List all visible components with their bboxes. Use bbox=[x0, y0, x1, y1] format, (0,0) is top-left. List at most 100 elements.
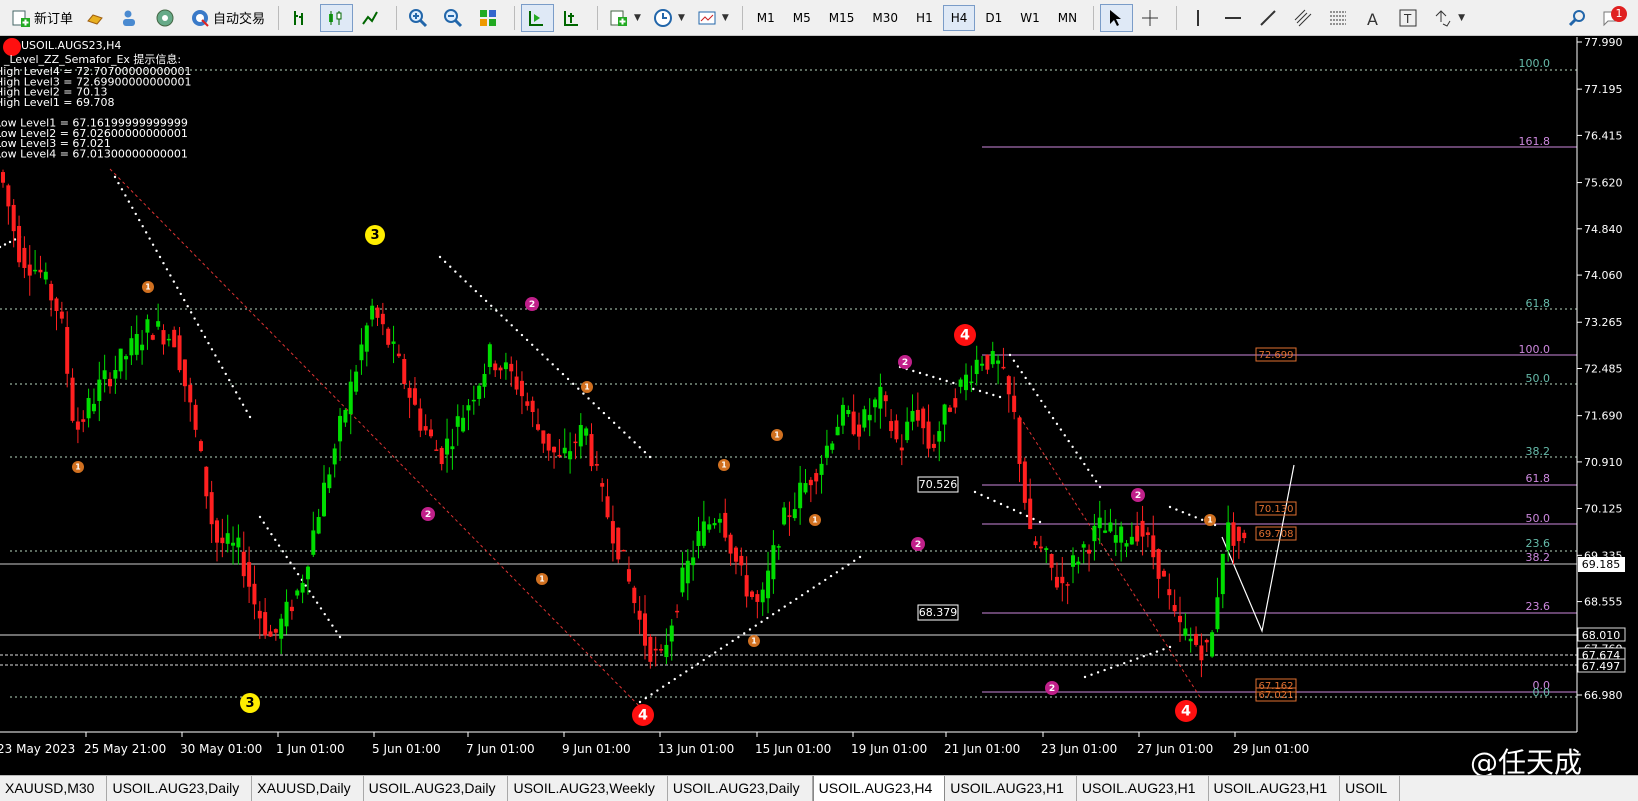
candlestick-chart-button[interactable] bbox=[320, 3, 354, 32]
bear-candle bbox=[1, 172, 5, 183]
bull-candle bbox=[354, 371, 359, 392]
bull-candle bbox=[300, 582, 305, 593]
timeframe-m15[interactable]: M15 bbox=[821, 5, 863, 31]
bear-candle bbox=[1151, 535, 1156, 558]
text-label-tool[interactable]: T bbox=[1393, 4, 1426, 32]
sar-dot bbox=[144, 231, 148, 234]
bear-candle bbox=[648, 636, 653, 662]
timeframe-m30[interactable]: M30 bbox=[864, 5, 906, 31]
line-chart-icon bbox=[362, 11, 378, 25]
new-order-button[interactable]: 新订单 bbox=[6, 4, 78, 32]
bull-candle bbox=[766, 570, 771, 599]
chart-tab[interactable]: USOIL.AUG23,H1 bbox=[945, 776, 1077, 801]
chart-tab[interactable]: USOIL.AUG23,Weekly bbox=[508, 776, 668, 801]
level-box-value: 67.497 bbox=[1582, 660, 1621, 673]
chart-shift-button[interactable] bbox=[556, 4, 589, 32]
timeframe-m1[interactable]: M1 bbox=[749, 5, 783, 31]
bull-candle bbox=[691, 557, 696, 566]
sar-dot bbox=[986, 496, 990, 500]
zoom-out-icon bbox=[444, 8, 463, 27]
bear-candle bbox=[177, 335, 182, 371]
bear-candle bbox=[931, 443, 936, 448]
time-tick-label: 19 Jun 01:00 bbox=[851, 742, 927, 756]
bar-chart-button[interactable] bbox=[285, 4, 318, 32]
semafor-value: 2 bbox=[902, 358, 908, 368]
price-box-value: 68.379 bbox=[919, 606, 958, 619]
crosshair-tool-button[interactable] bbox=[1135, 4, 1168, 32]
bull-candle bbox=[696, 531, 701, 546]
bear-candle bbox=[536, 424, 540, 430]
bear-candle bbox=[263, 612, 268, 636]
zoom-in-button[interactable] bbox=[403, 4, 436, 32]
bull-candle bbox=[974, 359, 979, 375]
bull-candle bbox=[685, 560, 690, 584]
chart-tab[interactable]: USOIL.AUG23,Daily bbox=[107, 776, 253, 801]
bull-candle bbox=[1113, 535, 1118, 543]
tile-windows-button[interactable] bbox=[473, 4, 506, 32]
chart-tab[interactable]: USOIL.AUG23,Daily bbox=[668, 776, 813, 801]
bear-candle bbox=[81, 419, 86, 422]
chevron-down-icon: ▼ bbox=[634, 12, 641, 23]
zoom-out-button[interactable] bbox=[438, 4, 471, 32]
templates-button[interactable]: ▼ bbox=[692, 4, 734, 32]
sar-dot bbox=[1096, 671, 1100, 674]
sar-dot bbox=[176, 286, 179, 289]
bull-candle bbox=[584, 428, 589, 436]
trendline-tool[interactable] bbox=[1253, 4, 1286, 32]
bull-candle bbox=[445, 438, 450, 455]
periods-button[interactable]: ▼ bbox=[648, 4, 690, 32]
chart-tab[interactable]: XAUUSD,M30 bbox=[0, 776, 108, 801]
notifications-button[interactable]: 1 bbox=[1597, 4, 1630, 32]
chart-tab[interactable]: USOIL.AUG23,H1 bbox=[1077, 776, 1209, 801]
market-watch-button[interactable] bbox=[80, 4, 113, 32]
equidistant-channel-tool[interactable] bbox=[1288, 4, 1321, 32]
timeframe-h4[interactable]: H4 bbox=[942, 4, 976, 31]
chart-tab[interactable]: XAUUSD,Daily bbox=[252, 776, 364, 801]
sar-dot bbox=[912, 369, 915, 373]
timeframe-m5[interactable]: M5 bbox=[785, 5, 819, 31]
chart-tab[interactable]: USOIL.AUG23,H4 bbox=[812, 776, 946, 801]
bear-candle bbox=[182, 359, 187, 387]
line-chart-button[interactable] bbox=[355, 4, 388, 32]
bull-candle bbox=[1129, 536, 1134, 545]
bull-candle bbox=[1226, 522, 1231, 551]
bull-candle bbox=[835, 426, 840, 436]
cursor-tool-button[interactable] bbox=[1100, 3, 1134, 32]
fibonacci-tool[interactable] bbox=[1323, 4, 1356, 32]
data-window-button[interactable] bbox=[115, 4, 148, 32]
chart-tab[interactable]: USOIL bbox=[1340, 776, 1401, 801]
bear-candle bbox=[637, 610, 642, 620]
navigator-button[interactable] bbox=[150, 4, 183, 32]
timeframe-h1[interactable]: H1 bbox=[908, 5, 941, 31]
search-button[interactable] bbox=[1562, 4, 1595, 32]
auto-scroll-button[interactable] bbox=[521, 3, 555, 32]
chart-tab[interactable]: USOIL.AUG23,H1 bbox=[1209, 776, 1341, 801]
sar-dot bbox=[1008, 353, 1012, 357]
price-tick-label: 68.555 bbox=[1584, 596, 1623, 609]
sar-dot bbox=[3, 243, 7, 246]
horizontal-line-tool[interactable] bbox=[1218, 4, 1251, 32]
indicators-button[interactable]: ▼ bbox=[604, 4, 646, 32]
bull-candle bbox=[279, 618, 284, 639]
chart-tab[interactable]: USOIL.AUG23,Daily bbox=[364, 776, 509, 801]
bull-candle bbox=[969, 381, 974, 384]
auto-trading-button[interactable]: 自动交易 bbox=[185, 4, 270, 32]
time-tick-label: 23 May 2023 bbox=[0, 742, 75, 756]
arrows-tool[interactable]: ▼ bbox=[1428, 4, 1470, 32]
bull-candle bbox=[1081, 544, 1086, 548]
sar-dot bbox=[490, 304, 493, 307]
bear-candle bbox=[653, 648, 658, 651]
vertical-line-tool[interactable] bbox=[1183, 4, 1216, 32]
text-tool[interactable]: A bbox=[1358, 4, 1391, 32]
timeframe-d1[interactable]: D1 bbox=[977, 5, 1010, 31]
timeframe-mn[interactable]: MN bbox=[1050, 5, 1085, 31]
bear-candle bbox=[1017, 417, 1022, 464]
sar-dot bbox=[607, 416, 611, 420]
bear-candle bbox=[1028, 498, 1033, 530]
timeframe-w1[interactable]: W1 bbox=[1012, 5, 1048, 31]
bull-candle bbox=[1044, 548, 1049, 550]
bear-candle bbox=[728, 534, 733, 554]
bear-candle bbox=[54, 298, 59, 311]
price-chart[interactable]: 1 1 3 3 2 2 1 1 4 1 1 1 1 2 2 4 2 2 1 4 100.0 161.8 61.8 100.0… bbox=[0, 37, 1638, 775]
time-tick-label: 13 Jun 01:00 bbox=[658, 742, 734, 756]
